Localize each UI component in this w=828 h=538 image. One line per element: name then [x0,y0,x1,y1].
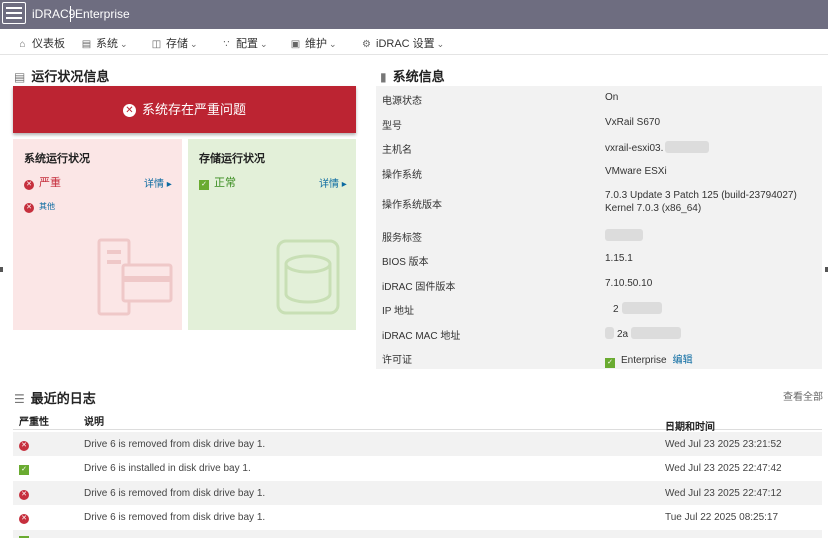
log-row[interactable]: ✕ Drive 6 is removed from disk drive bay… [13,505,822,529]
server-logo-icon [2,2,26,24]
column-severity[interactable]: 严重性 [19,413,49,428]
server-icon: ▮ [380,70,387,84]
chevron-down-icon: ⌄ [260,39,268,49]
log-row[interactable]: ✕ Drive 6 is removed from disk drive bay… [13,432,822,456]
home-icon: ⌂ [19,39,26,50]
critical-icon: ✕ [19,514,29,524]
system-health-details-link[interactable]: 详情 ▸ [144,175,172,190]
top-bar: iDRAC9 Enterprise [0,0,828,29]
redacted-area [605,327,614,339]
chevron-down-icon: ⌄ [120,39,128,49]
nav-dashboard[interactable]: ⌂ 仪表板 [17,35,65,51]
nav-system[interactable]: ▤ 系统 ⌄ [81,35,128,51]
storage-health-status: ✓ 正常 [199,174,236,190]
chevron-down-icon: ⌄ [436,39,445,49]
log-table-header: 严重性 说明 日期和时间 ⌄ [13,408,822,433]
system-info-title: ▮ 系统信息 [380,69,445,84]
health-icon: ▤ [14,70,26,84]
sliders-icon: ∵ [223,39,230,50]
nav-storage[interactable]: ◫ 存储 ⌄ [151,35,198,51]
brand-divider [70,6,71,22]
health-section-title: ▤ 运行状况信息 [14,69,110,84]
storage-health-panel: 存储运行状况 ✓ 正常 详情 ▸ [188,139,356,330]
system-health-panel: 系统运行状况 ✕ 严重 详情 ▸ ✕ 其他 [13,139,182,330]
critical-banner[interactable]: ✕ 系统存在严重问题 [13,86,356,133]
critical-icon: ✕ [19,490,29,500]
chevron-down-icon: ⌄ [329,39,337,49]
system-info-table: 电源状态 On 型号 VxRail S670 主机名 vxrail-esxi03… [376,86,822,369]
scroll-handle-left [0,267,3,272]
check-icon: ✓ [19,465,29,475]
sort-chevron-icon: ⌄ [665,418,674,429]
critical-icon: ✕ [19,441,29,451]
nav-configuration[interactable]: ∵ 配置 ⌄ [221,35,268,51]
server-watermark-icon [97,238,173,316]
database-watermark-icon [276,239,340,315]
storage-health-title: 存储运行状况 [199,153,265,165]
view-all-logs-link[interactable]: 查看全部 [783,388,823,403]
license-edit-link[interactable]: 编辑 [673,355,693,366]
recent-logs-title: ☰ 最近的日志 [14,391,96,406]
log-row-partial [13,530,822,538]
redacted-area [631,327,682,339]
system-health-status: ✕ 严重 [24,174,61,190]
check-icon: ✓ [199,180,209,190]
database-icon: ◫ [151,39,162,50]
log-row[interactable]: ✕ Drive 6 is removed from disk drive bay… [13,481,822,505]
server-icon: ▤ [81,39,92,50]
critical-icon: ✕ [24,180,34,190]
nav-maintenance[interactable]: ▣ 维护 ⌄ [290,35,337,51]
system-health-title: 系统运行状况 [24,153,90,165]
redacted-area [665,141,710,153]
settings-icon: ⚙ [362,39,371,50]
list-icon: ☰ [14,392,25,406]
critical-icon: ✕ [24,203,34,213]
os-version-value: 7.0.3 Update 3 Patch 125 (build-23794027… [605,190,797,214]
maintenance-icon: ▣ [290,39,301,50]
redacted-area [621,302,662,314]
main-nav: ⌂ 仪表板 ▤ 系统 ⌄ ◫ 存储 ⌄ ∵ 配置 ⌄ ▣ 维护 ⌄ ⚙ iDRAC 设置 ⌄ [0,29,828,55]
storage-health-details-link[interactable]: 详情 ▸ [319,175,347,190]
brand-name: iDRAC9 [32,7,76,21]
error-icon: ✕ [122,104,136,117]
system-health-other-item[interactable]: ✕ 其他 [24,200,55,213]
nav-idrac-settings[interactable]: ⚙ iDRAC 设置 ⌄ [361,35,444,51]
chevron-down-icon: ⌄ [190,39,198,49]
log-row[interactable]: ✓ Drive 6 is installed in disk drive bay… [13,456,822,480]
check-icon: ✓ [605,358,615,368]
redacted-area [605,229,643,241]
column-description[interactable]: 说明 [84,413,104,428]
edition-label: Enterprise [75,7,130,21]
